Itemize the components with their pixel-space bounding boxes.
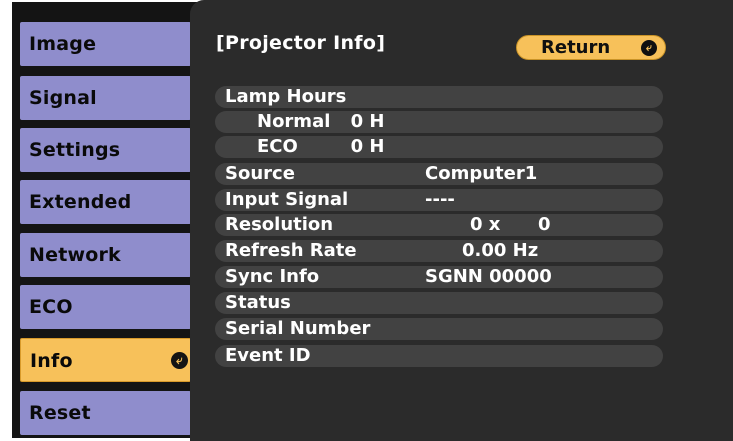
- menu-item-label: Network: [29, 244, 121, 266]
- info-row-status: Status: [215, 292, 663, 314]
- return-button[interactable]: Return ⤶: [516, 35, 666, 60]
- info-value: 0 H: [350, 111, 385, 132]
- menu-item-info[interactable]: Info ⤶: [20, 338, 195, 382]
- menu-item-label: ECO: [29, 296, 73, 318]
- enter-icon: ⤶: [641, 40, 657, 56]
- enter-icon: ⤶: [171, 352, 188, 369]
- info-row-input-signal: Input Signal ----: [215, 189, 663, 211]
- info-row-lamp-hours: Lamp Hours: [215, 86, 663, 108]
- info-label: Resolution: [225, 214, 334, 235]
- info-row-normal: Normal 0 H: [215, 111, 663, 133]
- menu-item-image[interactable]: Image: [20, 22, 195, 66]
- info-row-event-id: Event ID: [215, 345, 663, 367]
- info-row-eco: ECO 0 H: [215, 136, 663, 158]
- menu-item-settings[interactable]: Settings: [20, 128, 195, 172]
- info-label: Sync Info: [225, 266, 320, 287]
- info-value: 0 H: [350, 136, 385, 157]
- info-row-source: Source Computer1: [215, 163, 663, 185]
- menu-item-label: Settings: [29, 139, 121, 161]
- info-row-sync-info: Sync Info SGNN 00000: [215, 266, 663, 288]
- info-value: Computer1: [425, 163, 538, 184]
- menu-item-label: Reset: [29, 402, 91, 424]
- menu-item-label: Extended: [29, 191, 132, 213]
- info-row-resolution: Resolution 0 x 0: [215, 214, 663, 236]
- menu-item-label: Image: [29, 33, 97, 55]
- info-label: Refresh Rate: [225, 240, 357, 261]
- menu-item-label: Info: [30, 350, 73, 372]
- return-label: Return: [541, 37, 611, 58]
- panel-title: [Projector Info]: [216, 32, 386, 54]
- info-label: Source: [225, 163, 295, 184]
- menu-item-network[interactable]: Network: [20, 233, 195, 277]
- info-label: Input Signal: [225, 189, 349, 210]
- info-row-refresh-rate: Refresh Rate 0.00 Hz: [215, 240, 663, 262]
- menu-item-reset[interactable]: Reset: [20, 391, 195, 435]
- main-menu: Image Signal Settings Extended Network E…: [12, 2, 202, 438]
- info-value: SGNN 00000: [425, 266, 552, 287]
- info-panel: [Projector Info] Return ⤶ Lamp Hours Nor…: [190, 0, 733, 441]
- info-value: 0 x 0: [470, 214, 551, 235]
- info-value: 0.00 Hz: [462, 240, 539, 261]
- info-label: Event ID: [225, 345, 311, 366]
- info-label: Lamp Hours: [225, 86, 347, 107]
- info-value: ----: [425, 189, 455, 210]
- menu-item-eco[interactable]: ECO: [20, 285, 195, 329]
- projector-osd: Image Signal Settings Extended Network E…: [0, 0, 733, 441]
- menu-item-extended[interactable]: Extended: [20, 180, 195, 224]
- info-row-serial-number: Serial Number: [215, 318, 663, 340]
- info-label: Status: [225, 292, 291, 313]
- info-label: Serial Number: [225, 318, 371, 339]
- menu-item-signal[interactable]: Signal: [20, 76, 195, 120]
- menu-item-label: Signal: [29, 87, 97, 109]
